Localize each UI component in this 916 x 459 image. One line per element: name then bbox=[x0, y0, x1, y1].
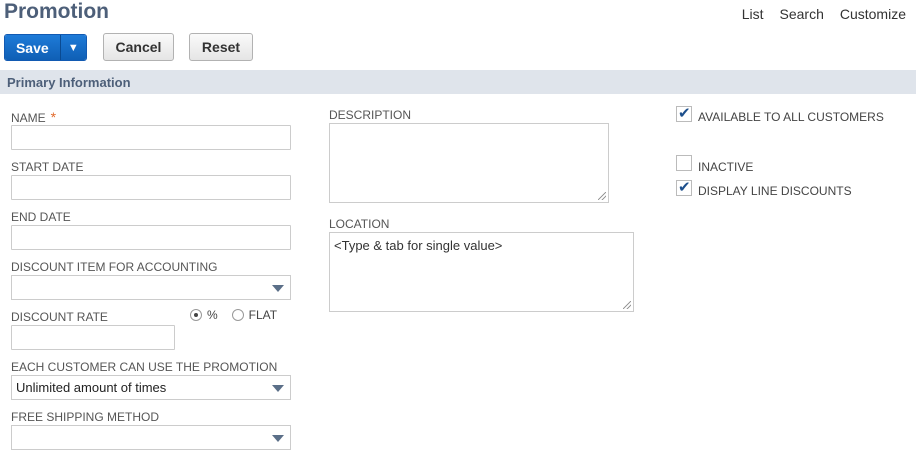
each-customer-value: Unlimited amount of times bbox=[16, 380, 167, 395]
save-menu-button[interactable]: ▼ bbox=[59, 35, 86, 60]
discount-item-select[interactable] bbox=[11, 275, 291, 300]
inactive-checkbox[interactable] bbox=[676, 155, 692, 171]
discount-item-label: DISCOUNT ITEM FOR ACCOUNTING bbox=[11, 260, 218, 274]
display-line-discounts-label: DISPLAY LINE DISCOUNTS bbox=[698, 184, 852, 198]
start-date-field[interactable] bbox=[11, 175, 291, 200]
caret-down-icon: ▼ bbox=[67, 41, 79, 54]
free-shipping-label: FREE SHIPPING METHOD bbox=[11, 410, 160, 424]
save-button-group: Save ▼ bbox=[4, 34, 87, 61]
resize-grip-icon[interactable] bbox=[623, 301, 631, 309]
save-button[interactable]: Save bbox=[5, 35, 60, 60]
reset-button[interactable]: Reset bbox=[189, 33, 253, 61]
dropdown-arrow-icon bbox=[272, 385, 284, 392]
dropdown-arrow-icon bbox=[272, 285, 284, 292]
required-marker: * bbox=[50, 109, 57, 125]
percent-radio[interactable] bbox=[190, 309, 202, 321]
description-textarea[interactable] bbox=[329, 123, 609, 203]
discount-rate-field[interactable] bbox=[11, 325, 175, 350]
each-customer-select[interactable]: Unlimited amount of times bbox=[11, 375, 291, 400]
search-link[interactable]: Search bbox=[780, 6, 824, 22]
available-all-customers-checkbox[interactable] bbox=[676, 104, 692, 122]
display-line-discounts-row: DISPLAY LINE DISCOUNTS bbox=[676, 178, 852, 198]
list-link[interactable]: List bbox=[742, 6, 764, 22]
description-label: DESCRIPTION bbox=[329, 108, 412, 122]
inactive-label: INACTIVE bbox=[698, 160, 754, 174]
location-label: LOCATION bbox=[329, 217, 390, 231]
each-customer-label: EACH CUSTOMER CAN USE THE PROMOTION bbox=[11, 360, 278, 374]
location-placeholder: <Type & tab for single value> bbox=[334, 238, 503, 253]
discount-rate-label: DISCOUNT RATE bbox=[11, 310, 108, 324]
discount-rate-options: % FLAT bbox=[190, 308, 277, 322]
end-date-field[interactable] bbox=[11, 225, 291, 250]
inactive-row: INACTIVE bbox=[676, 152, 753, 174]
section-header-primary-information: Primary Information bbox=[0, 70, 916, 94]
available-all-customers-row: AVAILABLE TO ALL CUSTOMERS bbox=[676, 104, 884, 124]
flat-radio[interactable] bbox=[231, 309, 244, 321]
flat-radio-label: FLAT bbox=[248, 308, 278, 322]
name-label: NAME * bbox=[11, 109, 57, 125]
customize-link[interactable]: Customize bbox=[840, 6, 906, 22]
end-date-label: END DATE bbox=[11, 210, 71, 224]
free-shipping-select[interactable] bbox=[11, 425, 291, 450]
page-title: Promotion bbox=[4, 0, 109, 23]
location-textarea[interactable]: <Type & tab for single value> bbox=[329, 232, 634, 312]
top-links: List Search Customize bbox=[742, 6, 906, 22]
start-date-label: START DATE bbox=[11, 160, 84, 174]
dropdown-arrow-icon bbox=[272, 435, 284, 442]
resize-grip-icon[interactable] bbox=[598, 192, 606, 200]
available-all-customers-label: AVAILABLE TO ALL CUSTOMERS bbox=[698, 110, 884, 124]
cancel-button[interactable]: Cancel bbox=[103, 33, 174, 61]
percent-radio-label: % bbox=[207, 308, 218, 322]
display-line-discounts-checkbox[interactable] bbox=[676, 178, 692, 196]
name-field[interactable] bbox=[11, 125, 291, 150]
